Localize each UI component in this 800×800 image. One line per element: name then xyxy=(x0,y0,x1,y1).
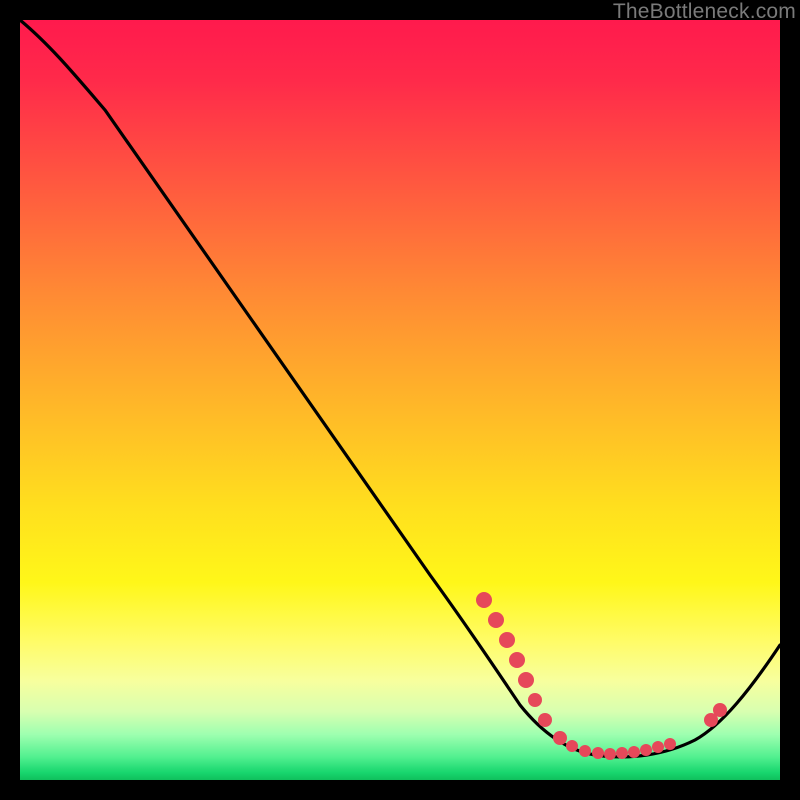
curve-path xyxy=(20,20,780,757)
watermark-text: TheBottleneck.com xyxy=(613,0,796,24)
chart-frame xyxy=(20,20,780,780)
curve-markers xyxy=(476,592,727,760)
bottleneck-curve xyxy=(20,20,780,780)
